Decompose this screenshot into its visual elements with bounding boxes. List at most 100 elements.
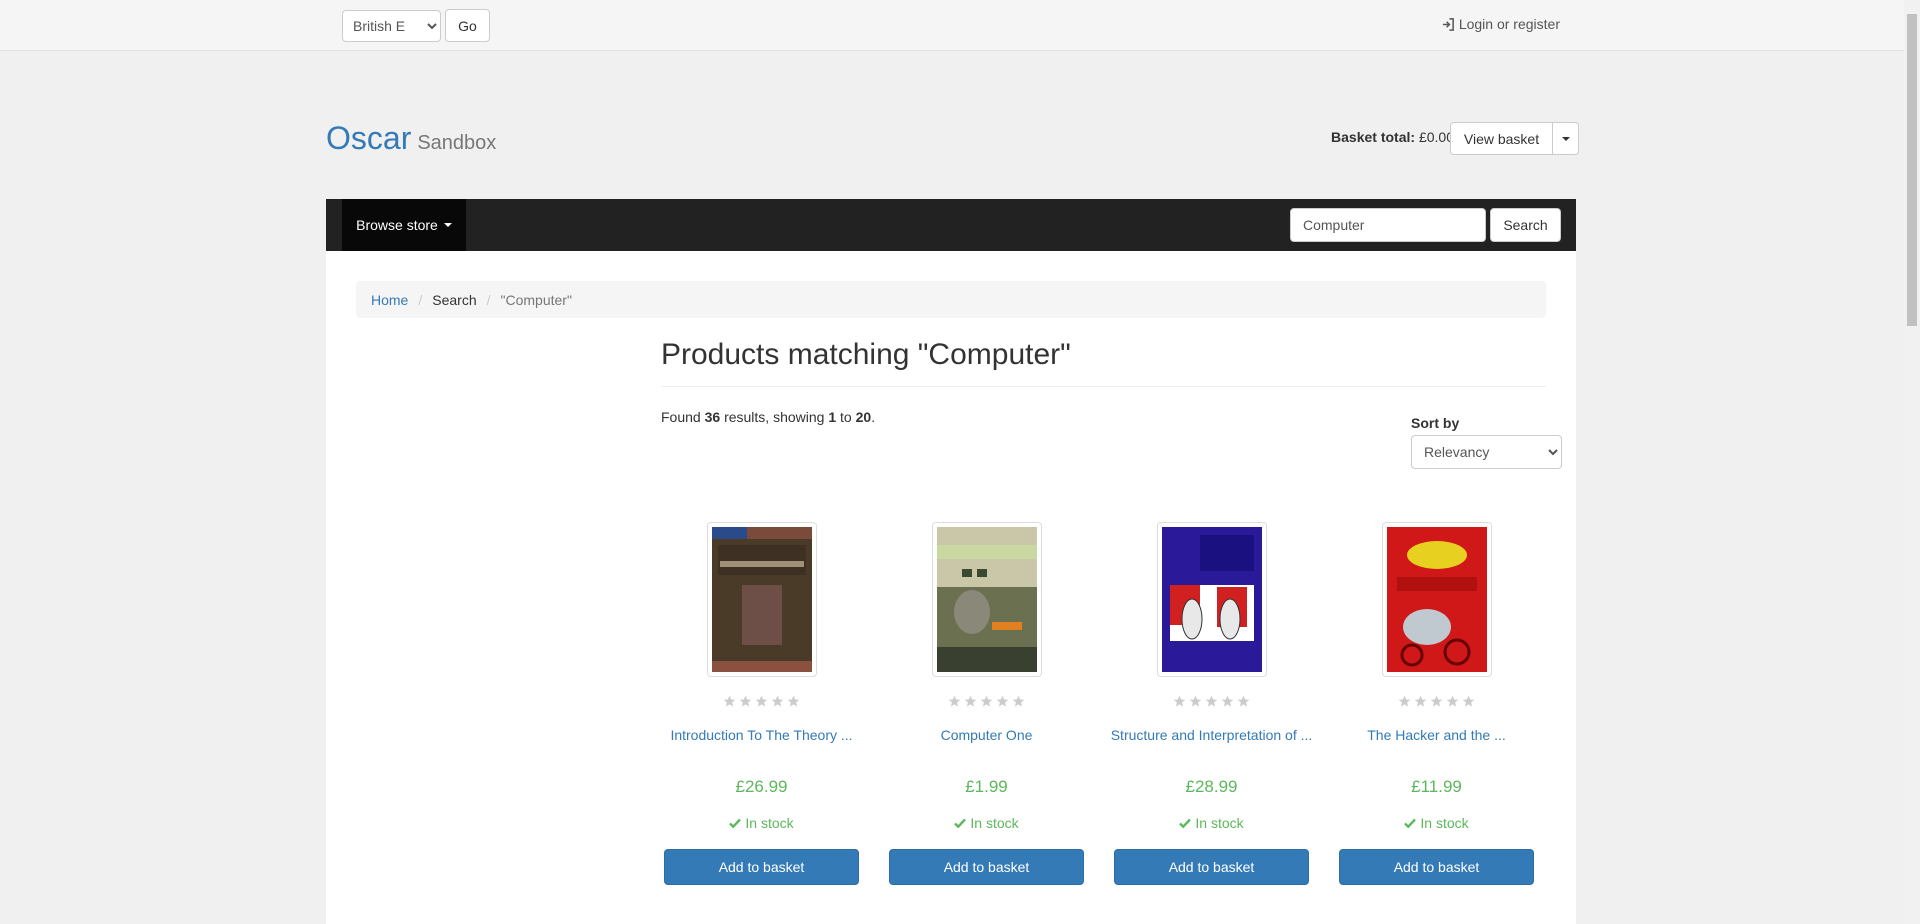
product-image-link[interactable] [1156,522,1267,677]
browse-store-label: Browse store [356,217,438,233]
product-price: £26.99 [735,777,788,796]
product-image-link[interactable] [1381,522,1492,677]
caret-down-icon [1561,137,1570,142]
results-summary: Found 36 results, showing 1 to 20. [661,409,875,425]
star-icon [964,695,977,707]
brand[interactable]: Oscar Sandbox [326,120,496,157]
star-icon [723,695,736,707]
view-basket-button[interactable]: View basket [1450,122,1553,155]
range-start: 1 [828,409,837,425]
product-image-link[interactable] [706,522,817,677]
page-title: Products matching "Computer" [661,338,1071,371]
book-cover-image [1386,527,1487,672]
availability: In stock [1324,815,1549,831]
product-title-link[interactable]: Structure and Interpretation of ... [1111,727,1313,743]
main-content: Home / Search / "Computer" Products matc… [326,251,1576,924]
product-price: £1.99 [965,777,1008,796]
star-icon [1205,695,1218,707]
check-icon [954,818,967,829]
range-to: to [840,409,852,425]
results-period: . [871,409,876,425]
book-cover-image [936,527,1037,672]
star-icon [1221,695,1234,707]
availability: In stock [1099,815,1324,831]
star-icon [1462,695,1475,707]
title-divider [661,386,1546,387]
basket-total-label: Basket total: [1331,129,1416,145]
brand-name[interactable]: Oscar [326,120,411,157]
login-label: Login or register [1458,16,1560,32]
product-price: £28.99 [1185,777,1238,796]
star-icon [1398,695,1411,707]
breadcrumb: Home / Search / "Computer" [356,281,1546,318]
star-icon [948,695,961,707]
star-rating [649,695,874,709]
search-input[interactable] [1290,208,1486,242]
stock-label: In stock [745,815,794,831]
breadcrumb-search: Search [432,291,477,308]
product-title-link[interactable]: The Hacker and the ... [1367,727,1506,743]
stock-label: In stock [1420,815,1469,831]
product-card: Computer One £1.99 In stock Add to baske… [874,522,1099,885]
sign-in-icon [1442,17,1454,31]
basket-button-group: View basket [1450,122,1579,155]
scrollbar-thumb[interactable] [1907,14,1917,326]
product-title-link[interactable]: Introduction To The Theory ... [670,727,852,743]
star-icon [1173,695,1186,707]
product-card: Structure and Interpretation of ... £28.… [1099,522,1324,885]
star-icon [1446,695,1459,707]
star-icon [996,695,1009,707]
breadcrumb-home[interactable]: Home [371,292,408,308]
found-prefix: Found [661,409,701,425]
add-to-basket-button[interactable]: Add to basket [1114,849,1309,885]
check-icon [729,818,742,829]
check-icon [1179,818,1192,829]
star-icon [739,695,752,707]
star-icon [787,695,800,707]
star-icon [1237,695,1250,707]
product-title-link[interactable]: Computer One [941,727,1033,743]
star-icon [980,695,993,707]
found-count: 36 [704,409,721,425]
star-icon [1189,695,1202,707]
book-cover-image [711,527,812,672]
brand-subtitle: Sandbox [417,132,497,154]
basket-total-value: £0.00 [1418,129,1454,145]
availability: In stock [874,815,1099,831]
language-select[interactable]: British E [342,10,441,42]
sort-label: Sort by [1411,415,1460,431]
basket-dropdown-toggle[interactable] [1553,122,1579,155]
breadcrumb-separator: / [486,291,491,308]
browse-store-dropdown[interactable]: Browse store [342,199,466,251]
breadcrumb-query: "Computer" [500,291,572,308]
go-button[interactable]: Go [445,9,490,42]
top-bar: British E Go Login or register [0,0,1904,51]
range-end: 20 [855,409,872,425]
star-icon [755,695,768,707]
star-icon [771,695,784,707]
product-image-link[interactable] [931,522,1042,677]
add-to-basket-button[interactable]: Add to basket [889,849,1084,885]
breadcrumb-separator: / [418,291,423,308]
availability: In stock [649,815,874,831]
product-card: The Hacker and the ... £11.99 In stock A… [1324,522,1549,885]
login-link[interactable]: Login or register [1442,16,1560,32]
star-rating [874,695,1099,709]
sort-select[interactable]: Relevancy [1411,435,1562,469]
add-to-basket-button[interactable]: Add to basket [1339,849,1534,885]
product-price: £11.99 [1411,777,1462,796]
caret-down-icon [443,223,452,227]
navbar: Browse store Search [326,199,1576,251]
stock-label: In stock [1195,815,1244,831]
star-icon [1430,695,1443,707]
book-cover-image [1161,527,1262,672]
check-icon [1404,818,1417,829]
add-to-basket-button[interactable]: Add to basket [664,849,859,885]
search-button[interactable]: Search [1490,208,1561,242]
star-rating [1324,695,1549,709]
product-card: Introduction To The Theory ... £26.99 In… [649,522,874,885]
star-icon [1012,695,1025,707]
vertical-scrollbar[interactable] [1904,0,1920,924]
star-rating [1099,695,1324,709]
star-icon [1414,695,1427,707]
